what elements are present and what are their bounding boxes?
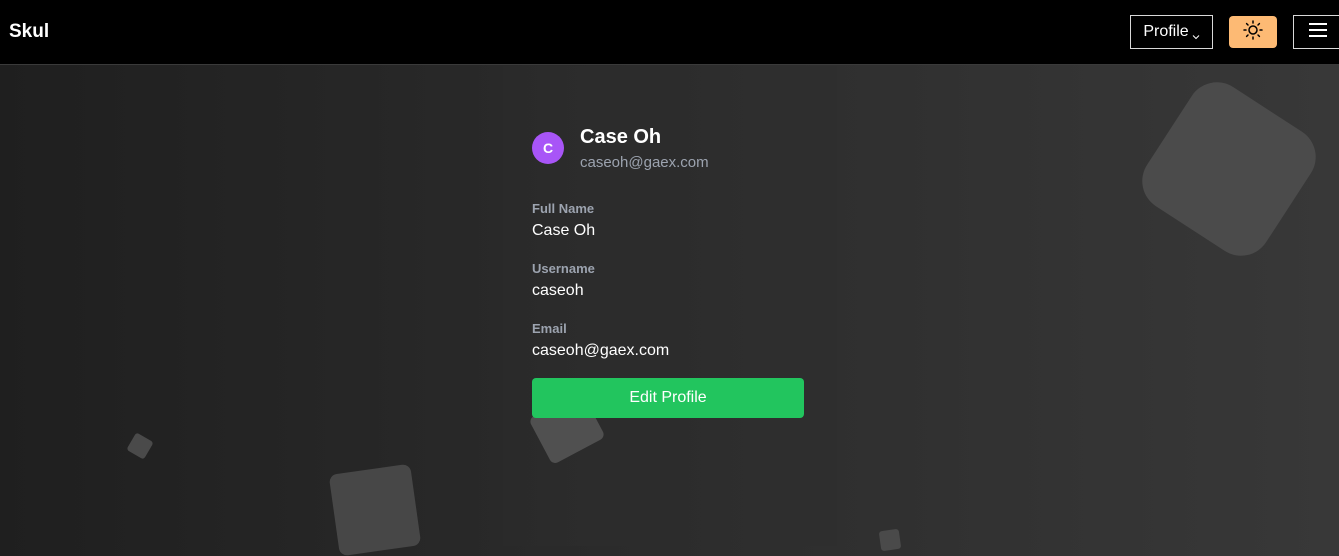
chevron-down-icon — [1192, 28, 1200, 40]
profile-dropdown-label: Profile — [1143, 23, 1189, 40]
profile-email: caseoh@gaex.com — [580, 154, 709, 171]
decorative-shape — [1130, 70, 1328, 268]
top-navbar: Skul Profile — [0, 0, 1339, 65]
email-label: Email — [532, 321, 567, 336]
theme-toggle-button[interactable] — [1229, 16, 1277, 48]
avatar: C — [532, 132, 564, 164]
edit-profile-button[interactable]: Edit Profile — [532, 378, 804, 418]
full-name-value: Case Oh — [532, 222, 596, 239]
brand-logo[interactable]: Skul — [9, 21, 49, 43]
profile-dropdown-button[interactable]: Profile — [1130, 15, 1213, 49]
profile-name: Case Oh — [580, 126, 662, 148]
full-name-label: Full Name — [532, 201, 595, 216]
hamburger-menu-icon — [1308, 22, 1328, 43]
username-value: caseoh — [532, 282, 584, 299]
username-label: Username — [532, 261, 595, 276]
menu-button[interactable] — [1293, 15, 1339, 49]
decorative-shape — [878, 528, 902, 552]
sun-icon — [1243, 19, 1263, 45]
decorative-shape — [328, 463, 422, 556]
decorative-shape — [126, 432, 154, 460]
email-value: caseoh@gaex.com — [532, 342, 670, 359]
